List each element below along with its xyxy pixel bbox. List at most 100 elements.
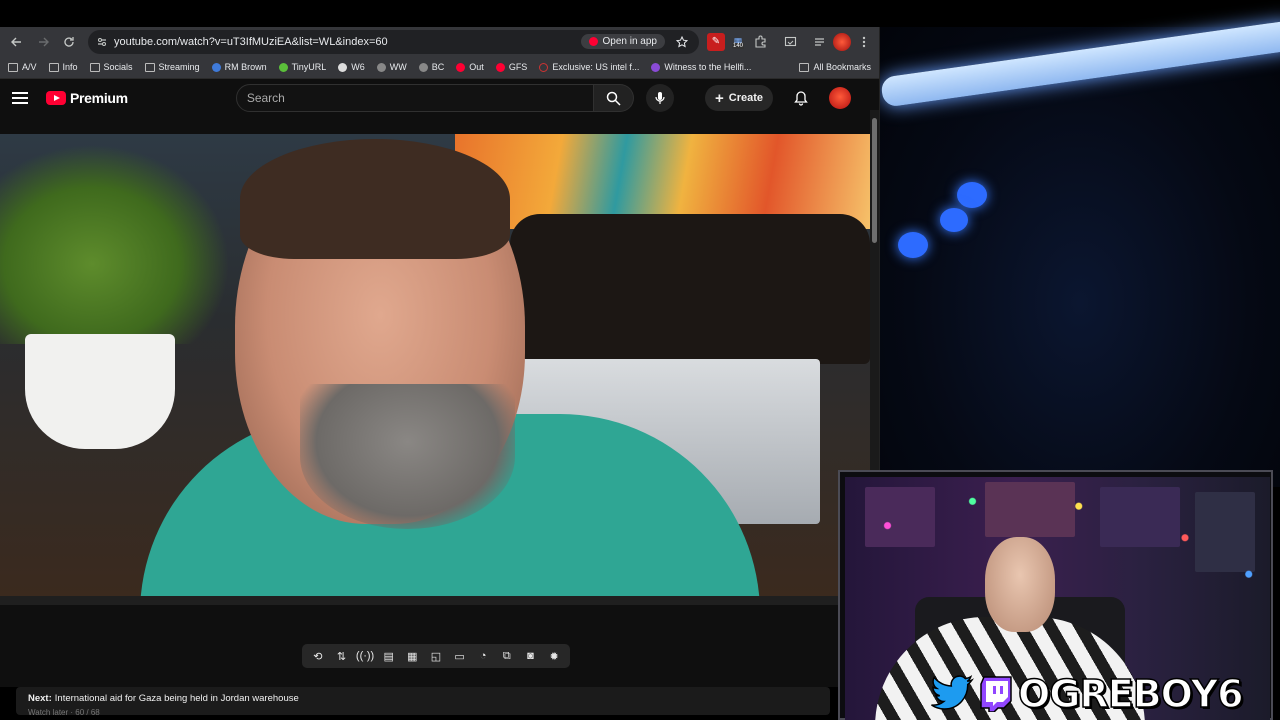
hamburger-menu-icon[interactable] [12, 92, 28, 104]
bookmark-label: Witness to the Hellfi... [664, 62, 752, 72]
profile-avatar-icon[interactable] [833, 32, 851, 51]
forward-button[interactable] [32, 31, 54, 53]
scrollbar-thumb[interactable] [872, 118, 877, 243]
youtube-icon [588, 37, 598, 46]
bookmark-link[interactable]: WW [376, 62, 407, 72]
bookmark-link[interactable]: RM Brown [211, 62, 267, 72]
speed-icon[interactable]: ◔ [475, 649, 491, 663]
all-bookmarks-label: All Bookmarks [813, 62, 871, 72]
handle-text: OGREBOY6 [1017, 671, 1244, 717]
youtube-icon [456, 62, 466, 72]
voice-search-button[interactable] [645, 84, 674, 112]
favicon [376, 62, 386, 72]
site-info-icon[interactable] [96, 36, 108, 48]
bookmark-link[interactable]: BC [418, 62, 445, 72]
blue-light [940, 208, 968, 232]
bookmark-label: Socials [103, 62, 133, 72]
open-in-app-label: Open in app [602, 36, 658, 47]
bookmark-label: Info [62, 62, 78, 72]
bookmark-folder[interactable]: Info [48, 62, 78, 72]
youtube-logo[interactable]: Premium [46, 90, 128, 106]
folder-icon [8, 62, 18, 72]
bookmark-link[interactable]: W6 [338, 62, 365, 72]
loop-icon[interactable]: ⟲ [310, 649, 326, 663]
bookmark-folder[interactable]: Socials [89, 62, 133, 72]
video-person-hair [240, 139, 510, 259]
bookmark-label: Streaming [158, 62, 200, 72]
bookmark-label: A/V [22, 62, 37, 72]
favicon [211, 62, 221, 72]
extension-counter-icon[interactable]: ▦ 140 [729, 33, 747, 51]
search-bar: Search [235, 84, 674, 112]
bookmark-label: RM Brown [224, 62, 267, 72]
bookmark-label: Out [469, 62, 484, 72]
video-player[interactable] [0, 134, 870, 596]
bookmark-label: W6 [351, 62, 365, 72]
bookmark-folder[interactable]: A/V [8, 62, 37, 72]
cast-icon[interactable] [781, 33, 799, 51]
extensions-area: ✎ ▦ 140 [707, 32, 873, 51]
notifications-button[interactable] [791, 88, 811, 108]
create-button[interactable]: + Create [704, 85, 773, 111]
player-bottom-bar [0, 596, 870, 605]
favicon [651, 62, 661, 72]
speed-overlay-icon[interactable]: ▤ [381, 649, 397, 663]
back-button[interactable] [6, 31, 28, 53]
sort-icon[interactable]: ⇅ [333, 649, 349, 663]
pip-icon[interactable]: ⧉ [499, 649, 515, 663]
enhancer-toolbar: ⟲ ⇅ ((·)) ▤ ▦ ◱ ▭ ◔ ⧉ ◙ ✹ [302, 644, 570, 668]
search-button[interactable] [593, 84, 634, 112]
next-title: International aid for Gaza being held in… [54, 693, 299, 704]
bookmark-link[interactable]: Out [456, 62, 484, 72]
extension-badge: 140 [732, 42, 745, 49]
create-label: Create [728, 92, 763, 104]
webcam-person-head [985, 537, 1055, 632]
video-person-beard [300, 384, 515, 529]
favicon [539, 62, 549, 72]
bookmark-link[interactable]: Exclusive: US intel f... [539, 62, 639, 72]
bookmark-star-icon[interactable] [671, 31, 693, 53]
bookmark-label: TinyURL [291, 62, 327, 72]
search-placeholder: Search [246, 91, 285, 105]
bookmark-label: GFS [508, 62, 528, 72]
browser-menu-icon[interactable] [855, 33, 873, 51]
folder-icon [144, 62, 155, 72]
bookmark-link[interactable]: TinyURL [278, 62, 327, 72]
address-bar[interactable]: youtube.com/watch?v=uT3IfMUziEA&list=WL&… [88, 29, 699, 54]
url-text[interactable]: youtube.com/watch?v=uT3IfMUziEA&list=WL&… [114, 36, 575, 48]
next-playlist-info: Watch later · 60 / 68 [28, 708, 100, 717]
settings-gear-icon[interactable]: ✹ [546, 649, 562, 663]
folder-icon [799, 62, 810, 72]
cinema-icon[interactable]: ▦ [404, 649, 420, 663]
open-in-app-button[interactable]: Open in app [580, 34, 665, 49]
account-avatar[interactable] [829, 87, 851, 109]
social-handle: OGREBOY6 [930, 671, 1244, 717]
favicon [278, 62, 288, 72]
bookmark-link[interactable]: GFS [495, 62, 528, 72]
up-next-bar[interactable]: Next: International aid for Gaza being he… [16, 687, 830, 717]
bookmark-label: BC [431, 62, 445, 72]
plus-icon: + [714, 89, 724, 107]
bookmark-label: Exclusive: US intel f... [552, 62, 640, 72]
search-input[interactable]: Search [235, 84, 594, 112]
folder-icon [48, 62, 59, 72]
logo-text: Premium [70, 90, 128, 106]
reload-button[interactable] [58, 31, 80, 53]
extensions-puzzle-icon[interactable] [751, 33, 769, 51]
youtube-header: Premium Search + Create [0, 79, 879, 117]
bookmark-folder[interactable]: Streaming [144, 62, 200, 72]
bell-icon [794, 90, 808, 106]
extension-red-icon[interactable]: ✎ [707, 32, 725, 51]
youtube-icon [495, 62, 505, 72]
resize-icon[interactable]: ◱ [428, 649, 444, 663]
theater-icon[interactable]: ▭ [452, 649, 468, 663]
microphone-icon [655, 92, 665, 104]
audio-icon[interactable]: ((·)) [356, 649, 374, 663]
twitter-bird-icon [931, 675, 974, 710]
screenshot-icon[interactable]: ◙ [522, 649, 538, 663]
all-bookmarks-button[interactable]: All Bookmarks [799, 62, 871, 72]
browser-window: youtube.com/watch?v=uT3IfMUziEA&list=WL&… [0, 27, 880, 717]
bookmark-link[interactable]: Witness to the Hellfi... [651, 62, 751, 72]
reading-list-icon[interactable] [811, 33, 829, 51]
folder-icon [89, 62, 100, 72]
